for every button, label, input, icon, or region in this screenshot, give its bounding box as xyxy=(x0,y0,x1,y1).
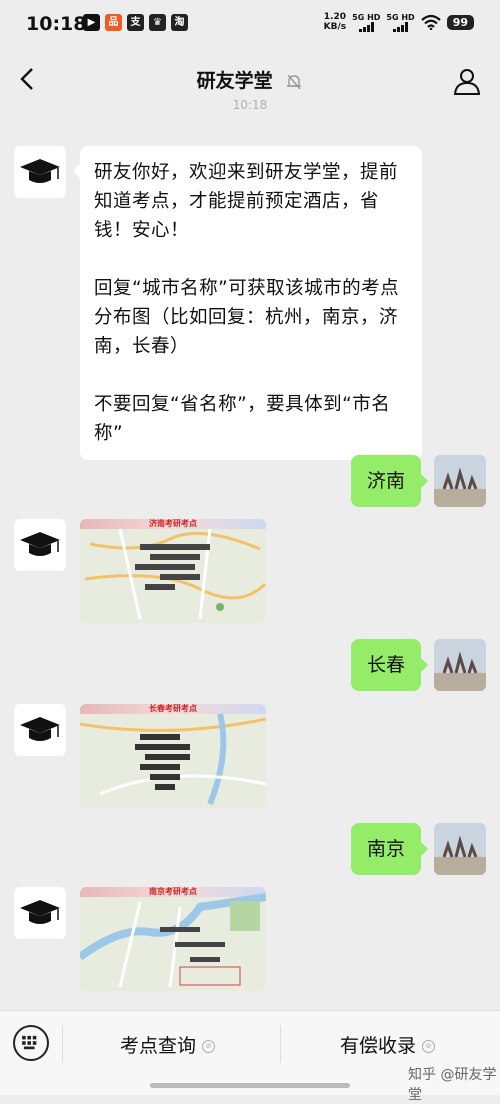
graduation-cap-icon xyxy=(20,900,60,924)
user-avatar[interactable] xyxy=(434,639,486,691)
battery-indicator: 99 xyxy=(446,14,474,30)
graduation-cap-icon xyxy=(20,532,60,556)
welcome-paragraph-2: 回复“城市名称”可获取该城市的考点分布图（比如回复：杭州，南京，济南，长春） xyxy=(94,278,400,357)
status-bar: 10:18 ▶ 品 支 ♛ 淘 1.20 KB/s 5G HD 5G HD 99 xyxy=(0,0,500,48)
changchun-map-image[interactable]: 长春考研考点 xyxy=(80,704,266,808)
profile-icon[interactable] xyxy=(452,66,482,96)
taobao-app-icon: 品 xyxy=(105,14,122,31)
status-time: 10:18 xyxy=(26,13,87,35)
user-avatar[interactable] xyxy=(434,823,486,875)
welcome-paragraph-1: 研友你好，欢迎来到研友学堂，提前知道考点，才能提前预定酒店，省钱！安心！ xyxy=(94,162,399,241)
mute-bell-icon xyxy=(287,74,302,89)
wifi-icon xyxy=(420,14,441,30)
signal-2: 5G HD xyxy=(386,13,415,32)
menu-link-icon: ⊘ xyxy=(422,1040,436,1053)
welcome-paragraph-3: 不要回复“省名称”，要具体到“市名称” xyxy=(94,394,391,444)
map-graphic xyxy=(84,528,266,620)
zhihu-watermark: 知乎 @研友学堂 xyxy=(408,1067,497,1103)
user-photo xyxy=(434,455,486,507)
map-graphic xyxy=(80,893,266,988)
map-graphic xyxy=(80,713,266,806)
chat-title-wrap: 研友学堂 xyxy=(0,66,500,93)
play-icon: ▶ xyxy=(83,14,100,31)
user-message-changchun: 长春 xyxy=(350,639,429,691)
bot-avatar[interactable] xyxy=(14,704,66,756)
user-photo xyxy=(434,823,486,875)
graduation-cap-icon xyxy=(20,159,60,183)
user-avatar[interactable] xyxy=(434,455,486,507)
bot-avatar[interactable] xyxy=(14,887,66,939)
user-message-nanjing: 南京 xyxy=(350,823,429,875)
tao-app-icon: 淘 xyxy=(171,14,188,31)
menu-exam-site-query[interactable]: 考点查询 ⊘ xyxy=(120,1031,216,1058)
welcome-message: 研友你好，欢迎来到研友学堂，提前知道考点，才能提前预定酒店，省钱！安心！ 回复“… xyxy=(73,146,422,460)
net-speed: 1.20 KB/s xyxy=(323,12,347,32)
user-message-jinan: 济南 xyxy=(350,455,429,507)
menu-paid-submission[interactable]: 有偿收录 ⊘ xyxy=(340,1031,436,1058)
jinan-map-image[interactable]: 济南考研考点 xyxy=(80,519,266,623)
bot-avatar[interactable] xyxy=(14,146,66,198)
user-photo xyxy=(434,639,486,691)
bot-avatar[interactable] xyxy=(14,519,66,571)
chat-title: 研友学堂 xyxy=(196,70,273,92)
message-timestamp: 10:18 xyxy=(232,98,268,112)
status-app-icons: ▶ 品 支 ♛ 淘 xyxy=(83,14,188,31)
menu-link-icon: ⊘ xyxy=(202,1040,216,1053)
graduation-cap-icon xyxy=(20,717,60,741)
home-indicator[interactable] xyxy=(150,1083,350,1088)
crown-icon: ♛ xyxy=(149,14,166,31)
keyboard-icon[interactable] xyxy=(13,1025,49,1061)
nanjing-map-image[interactable]: 南京考研考点 xyxy=(80,887,266,991)
signal-1: 5G HD xyxy=(352,13,380,32)
alipay-app-icon: 支 xyxy=(127,14,144,31)
